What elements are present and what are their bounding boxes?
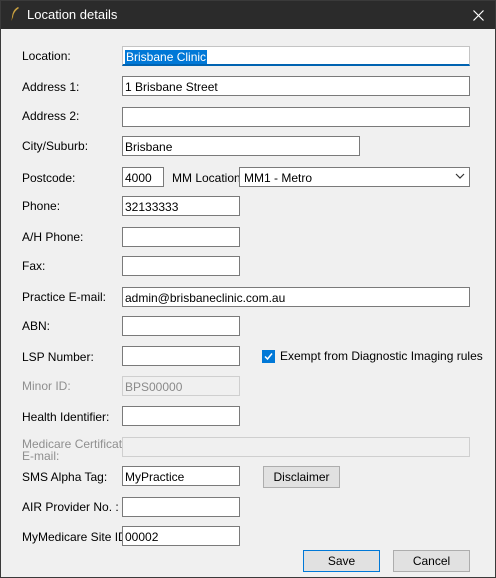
address1-input[interactable]: 1 Brisbane Street <box>122 76 470 96</box>
ah-phone-label: A/H Phone: <box>22 230 84 244</box>
fax-input[interactable] <box>122 256 240 276</box>
city-label: City/Suburb: <box>22 139 89 153</box>
cancel-button[interactable]: Cancel <box>393 550 470 572</box>
fax-label: Fax: <box>22 259 46 273</box>
medicare-cert-email-label: Medicare Certificate E-mail: <box>22 438 129 462</box>
lsp-number-input[interactable] <box>122 346 240 366</box>
practice-email-input[interactable]: admin@brisbaneclinic.com.au <box>122 287 470 307</box>
quill-icon <box>11 7 19 21</box>
location-input[interactable]: Brisbane Clinic <box>122 46 470 66</box>
close-icon <box>472 9 484 21</box>
address2-input[interactable] <box>122 107 470 127</box>
chevron-down-icon <box>455 173 465 179</box>
abn-input[interactable] <box>122 316 240 336</box>
postcode-input[interactable]: 4000 <box>122 167 164 187</box>
mymedicare-site-id-input[interactable]: 00002 <box>122 526 240 546</box>
checkmark-icon <box>264 352 273 360</box>
location-value: Brisbane Clinic <box>125 50 208 64</box>
health-identifier-input[interactable] <box>122 406 240 426</box>
phone-input[interactable]: 32133333 <box>122 196 240 216</box>
lsp-number-label: LSP Number: <box>22 350 94 364</box>
mm-location-select[interactable]: MM1 - Metro <box>239 167 470 187</box>
title-bar: Location details <box>1 1 495 29</box>
mymedicare-site-id-label: MyMedicare Site ID: <box>22 530 131 544</box>
air-provider-label: AIR Provider No. : <box>22 500 119 514</box>
sms-alpha-tag-input[interactable]: MyPractice <box>122 466 240 486</box>
close-button[interactable] <box>461 1 495 29</box>
mm-location-label: MM Location: <box>172 171 245 185</box>
save-button[interactable]: Save <box>303 550 380 572</box>
address2-label: Address 2: <box>22 109 80 123</box>
health-identifier-label: Health Identifier: <box>22 410 110 424</box>
location-label: Location: <box>22 49 71 63</box>
medicare-cert-email-label-line2: E-mail: <box>22 449 60 463</box>
air-provider-input[interactable] <box>122 497 240 517</box>
ah-phone-input[interactable] <box>122 227 240 247</box>
location-details-dialog: Location details Location: Brisbane Clin… <box>0 0 496 578</box>
abn-label: ABN: <box>22 319 51 333</box>
window-title: Location details <box>27 7 118 22</box>
practice-email-label: Practice E-mail: <box>22 290 107 304</box>
city-input[interactable]: Brisbane <box>122 136 360 156</box>
checkbox-box <box>262 349 275 363</box>
sms-alpha-tag-label: SMS Alpha Tag: <box>22 470 108 484</box>
mm-location-value: MM1 - Metro <box>244 171 313 185</box>
minor-id-input: BPS00000 <box>122 376 240 396</box>
minor-id-label: Minor ID: <box>22 379 71 393</box>
medicare-cert-email-input <box>122 437 470 457</box>
phone-label: Phone: <box>22 199 61 213</box>
exempt-diagnostic-imaging-checkbox[interactable]: Exempt from Diagnostic Imaging rules <box>262 349 483 363</box>
postcode-label: Postcode: <box>22 171 76 185</box>
exempt-checkbox-label: Exempt from Diagnostic Imaging rules <box>280 349 483 363</box>
disclaimer-button[interactable]: Disclaimer <box>263 466 340 488</box>
address1-label: Address 1: <box>22 80 80 94</box>
